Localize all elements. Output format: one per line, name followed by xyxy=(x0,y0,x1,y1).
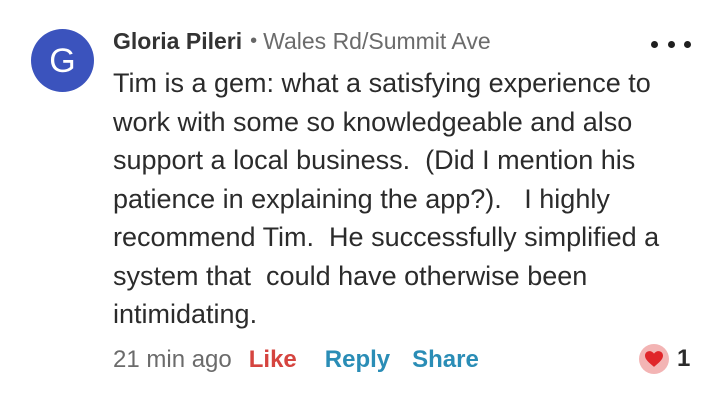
comment-header: Gloria Pileri • Wales Rd/Summit Ave xyxy=(113,26,491,56)
like-button[interactable]: Like xyxy=(249,346,297,374)
more-dot xyxy=(684,40,691,48)
comment-line: intimidating. xyxy=(113,299,258,329)
more-options-icon[interactable] xyxy=(651,38,691,50)
comment-line: Tim is a gem: what a satisfying experien… xyxy=(113,68,651,98)
comment-line: system that could have otherwise been xyxy=(113,260,588,291)
comment-line: support a local business. (Did I mention… xyxy=(113,145,636,175)
timestamp: 21 min ago xyxy=(113,346,232,373)
author-location: Wales Rd/Summit Ave xyxy=(263,27,491,54)
avatar-initial: G xyxy=(49,41,76,80)
reply-button[interactable]: Reply xyxy=(325,346,390,374)
separator-dot: • xyxy=(250,29,258,52)
comment-actions: 21 min ago Like Reply Share xyxy=(113,343,479,377)
comment-line: recommend Tim. He successfully simplifie… xyxy=(113,222,660,252)
comment-post: G Gloria Pileri • Wales Rd/Summit Ave Ti… xyxy=(0,0,720,402)
heart-icon xyxy=(639,344,669,374)
avatar[interactable]: G xyxy=(31,29,94,92)
share-button[interactable]: Share xyxy=(412,346,479,374)
more-dot xyxy=(651,40,658,48)
comment-body: Tim is a gem: what a satisfying experien… xyxy=(113,64,703,334)
author-name[interactable]: Gloria Pileri xyxy=(113,28,242,55)
comment-line: patience in explaining the app?). I high… xyxy=(113,183,610,214)
more-dot xyxy=(667,40,675,48)
comment-line: work with some so knowledgeable and also xyxy=(113,106,633,137)
reaction-count: 1 xyxy=(677,345,691,372)
heart-shape xyxy=(645,351,663,367)
reactions[interactable]: 1 xyxy=(639,342,690,376)
